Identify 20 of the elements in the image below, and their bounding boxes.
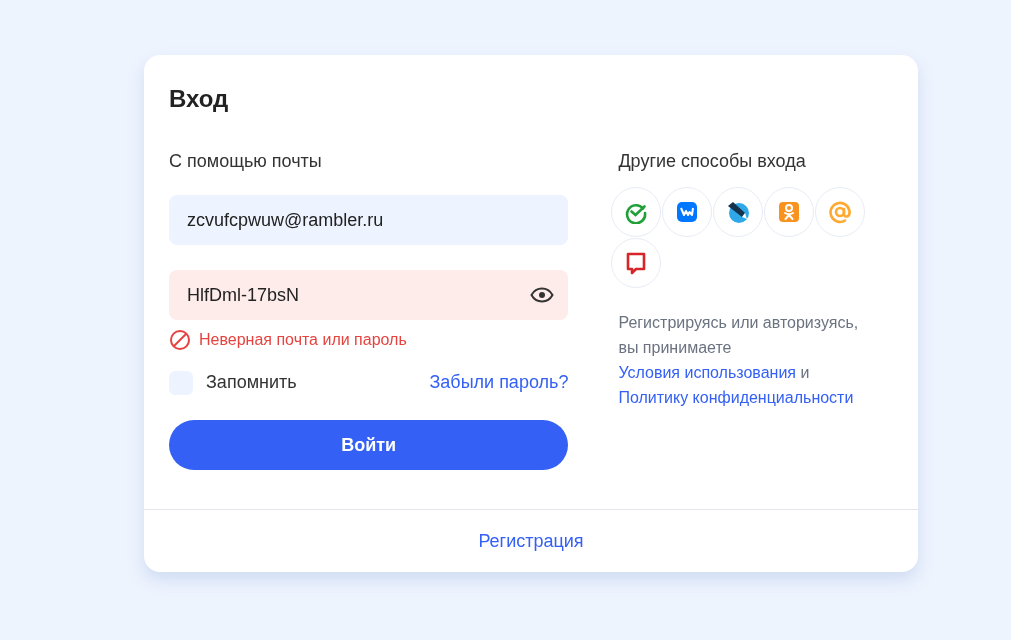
password-field[interactable]: HlfDml-17bsN bbox=[169, 270, 569, 320]
at-sign-icon bbox=[828, 200, 853, 224]
eye-icon[interactable] bbox=[530, 287, 555, 303]
error-message: Неверная почта или пароль bbox=[199, 330, 407, 350]
login-button[interactable]: Войти bbox=[169, 420, 569, 470]
square-icon bbox=[675, 200, 700, 224]
person-icon bbox=[777, 200, 802, 224]
terms-text: Регистрируясь или авторизуясь, вы принимаете Условия использования и Политику конфиденциальности bbox=[618, 313, 860, 408]
register-link[interactable]: Регистрация bbox=[478, 527, 584, 555]
card-title: Вход bbox=[169, 84, 230, 114]
checkbox-label: Запомнить bbox=[206, 371, 297, 394]
sign-in-option-button[interactable] bbox=[713, 187, 764, 237]
pen-icon bbox=[726, 200, 751, 224]
section-heading: С помощью почты bbox=[169, 150, 323, 173]
section-heading: Другие способы входа bbox=[618, 150, 807, 173]
terms-link[interactable]: Политику конфиденциальности bbox=[618, 389, 854, 406]
terms-link[interactable]: Условия использования bbox=[618, 364, 796, 381]
forgot-password-link[interactable]: Забыли пароль? bbox=[429, 369, 569, 396]
prohibited-icon bbox=[169, 329, 191, 351]
email-field[interactable]: zcvufcpwuw@rambler.ru bbox=[169, 195, 569, 245]
